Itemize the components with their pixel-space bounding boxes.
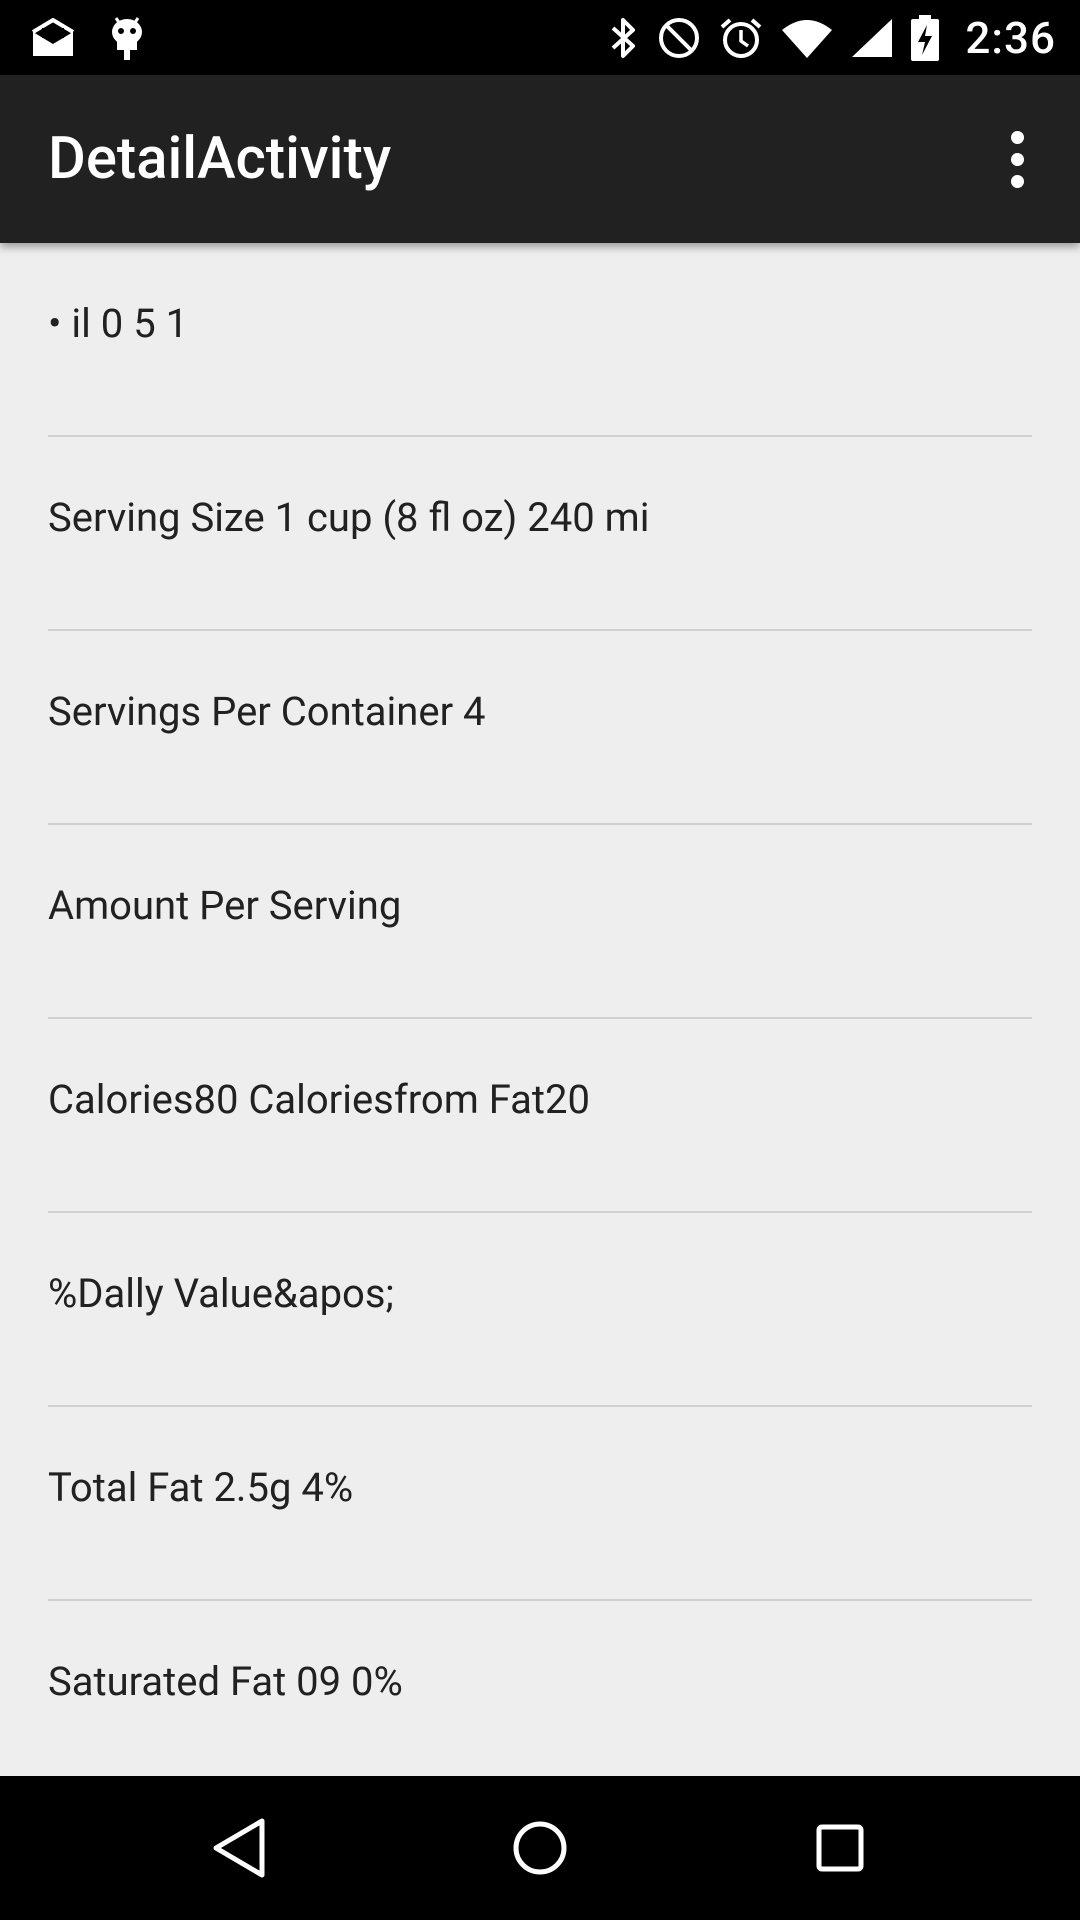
status-bar: 2:36	[0, 0, 1080, 75]
notification-icons	[30, 0, 144, 75]
list-item[interactable]: • il 0 5 1	[48, 243, 1032, 437]
list-item[interactable]: Total Fat 2.5g 4%	[48, 1407, 1032, 1601]
list-item[interactable]: Serving Size 1 cup (8 fl oz) 240 mi	[48, 437, 1032, 631]
list-item[interactable]: %Dally Value&apos;	[48, 1213, 1032, 1407]
alarm-icon	[719, 16, 763, 60]
overflow-dot	[1010, 130, 1024, 144]
app-bar: DetailActivity	[0, 75, 1080, 243]
wifi-icon	[781, 18, 833, 58]
overflow-dot	[1010, 174, 1024, 188]
page-title: DetailActivity	[48, 125, 392, 193]
home-icon[interactable]	[498, 1806, 582, 1890]
list-item[interactable]: Saturated Fat 09 0%	[48, 1601, 1032, 1776]
list-item[interactable]: Calories80 Caloriesfrom Fat20	[48, 1019, 1032, 1213]
android-debug-icon	[110, 16, 144, 60]
list-item[interactable]: Servings Per Container 4	[48, 631, 1032, 825]
navigation-bar	[0, 1776, 1080, 1920]
system-icons: 2:36	[609, 0, 1056, 75]
list-item-text: Saturated Fat 09 0%	[48, 1658, 403, 1705]
overflow-dot	[1010, 152, 1024, 166]
back-icon[interactable]	[198, 1806, 282, 1890]
more-vert-icon[interactable]	[982, 119, 1052, 199]
list-item[interactable]: Amount Per Serving	[48, 825, 1032, 1019]
battery-charging-icon	[911, 14, 940, 61]
list-item-text: Calories80 Caloriesfrom Fat20	[48, 1076, 590, 1123]
detail-list[interactable]: • il 0 5 1 Serving Size 1 cup (8 fl oz) …	[0, 243, 1080, 1776]
list-item-text: Servings Per Container 4	[48, 688, 486, 735]
list-item-text: Total Fat 2.5g 4%	[48, 1464, 354, 1511]
list-item-text: Serving Size 1 cup (8 fl oz) 240 mi	[48, 494, 650, 541]
cell-signal-icon	[851, 18, 893, 58]
mail-icon	[30, 17, 76, 58]
bluetooth-icon	[609, 16, 639, 60]
list-item-text: Amount Per Serving	[48, 882, 402, 929]
status-time: 2:36	[965, 11, 1056, 64]
list-item-text: • il 0 5 1	[48, 300, 189, 347]
list-item-text: %Dally Value&apos;	[48, 1270, 394, 1317]
do-not-disturb-icon	[657, 16, 701, 60]
recents-icon[interactable]	[798, 1806, 882, 1890]
